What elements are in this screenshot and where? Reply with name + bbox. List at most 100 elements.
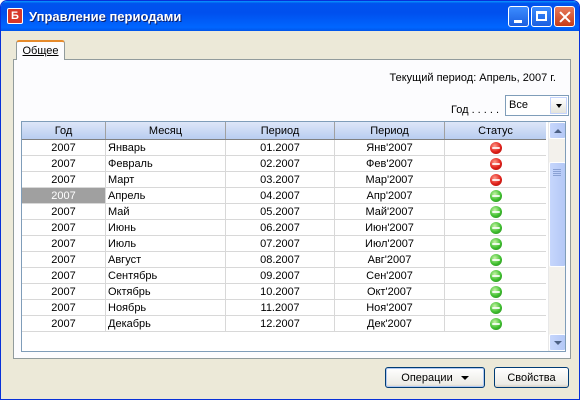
- cell-status[interactable]: [445, 220, 546, 235]
- cell-period-short[interactable]: Янв'2007: [335, 140, 445, 155]
- cell-period[interactable]: 01.2007: [226, 140, 335, 155]
- cell-period-short[interactable]: Мар'2007: [335, 172, 445, 187]
- minimize-icon[interactable]: [508, 6, 529, 27]
- cell-period[interactable]: 02.2007: [226, 156, 335, 171]
- year-filter-select[interactable]: Все: [505, 95, 569, 116]
- cell-year[interactable]: 2007: [22, 172, 106, 187]
- cell-month[interactable]: Апрель: [106, 188, 226, 203]
- status-open-icon: [489, 317, 502, 330]
- cell-period[interactable]: 10.2007: [226, 284, 335, 299]
- cell-period-short[interactable]: Июл'2007: [335, 236, 445, 251]
- cell-period-short[interactable]: Авг'2007: [335, 252, 445, 267]
- table-row[interactable]: 2007 Июнь 06.2007 Июн'2007: [22, 220, 546, 236]
- grid-rows: 2007 Январь 01.2007 Янв'2007 2007 Февраль 02.2…: [22, 140, 546, 332]
- column-header-year[interactable]: Год: [22, 122, 106, 139]
- table-row[interactable]: 2007 Август 08.2007 Авг'2007: [22, 252, 546, 268]
- cell-status[interactable]: [445, 252, 546, 267]
- cell-period[interactable]: 09.2007: [226, 268, 335, 283]
- cell-month[interactable]: Октябрь: [106, 284, 226, 299]
- cell-status[interactable]: [445, 300, 546, 315]
- table-row[interactable]: 2007 Сентябрь 09.2007 Сен'2007: [22, 268, 546, 284]
- cell-period-short[interactable]: Ноя'2007: [335, 300, 445, 315]
- cell-status[interactable]: [445, 172, 546, 187]
- cell-status[interactable]: [445, 236, 546, 251]
- cell-month[interactable]: Ноябрь: [106, 300, 226, 315]
- scroll-thumb[interactable]: [549, 162, 565, 267]
- properties-button[interactable]: Свойства: [494, 367, 569, 388]
- cell-status[interactable]: [445, 268, 546, 283]
- cell-month[interactable]: Март: [106, 172, 226, 187]
- close-icon[interactable]: [554, 6, 575, 27]
- cell-period-short[interactable]: Июн'2007: [335, 220, 445, 235]
- table-row[interactable]: 2007 Ноябрь 11.2007 Ноя'2007: [22, 300, 546, 316]
- cell-period[interactable]: 04.2007: [226, 188, 335, 203]
- column-header-period-short[interactable]: Период: [335, 122, 445, 139]
- table-row[interactable]: 2007 Март 03.2007 Мар'2007: [22, 172, 546, 188]
- table-row[interactable]: 2007 Апрель 04.2007 Апр'2007: [22, 188, 546, 204]
- properties-button-label: Свойства: [507, 371, 556, 384]
- cell-period-short[interactable]: Май'2007: [335, 204, 445, 219]
- arrow-down-icon: [553, 340, 562, 345]
- cell-period-short[interactable]: Дек'2007: [335, 316, 445, 331]
- cell-year[interactable]: 2007: [22, 300, 106, 315]
- column-header-month[interactable]: Месяц: [106, 122, 226, 139]
- cell-year[interactable]: 2007: [22, 204, 106, 219]
- cell-period[interactable]: 08.2007: [226, 252, 335, 267]
- cell-period[interactable]: 11.2007: [226, 300, 335, 315]
- status-open-icon: [489, 221, 502, 234]
- current-period-label: Текущий период: Апрель, 2007 г.: [389, 72, 556, 84]
- table-row[interactable]: 2007 Январь 01.2007 Янв'2007: [22, 140, 546, 156]
- cell-month[interactable]: Январь: [106, 140, 226, 155]
- cell-month[interactable]: Февраль: [106, 156, 226, 171]
- cell-month[interactable]: Декабрь: [106, 316, 226, 331]
- cell-month[interactable]: Июль: [106, 236, 226, 251]
- cell-period-short[interactable]: Сен'2007: [335, 268, 445, 283]
- chevron-down-icon[interactable]: [550, 97, 567, 114]
- cell-status[interactable]: [445, 156, 546, 171]
- cell-period[interactable]: 07.2007: [226, 236, 335, 251]
- cell-period[interactable]: 12.2007: [226, 316, 335, 331]
- cell-month[interactable]: Май: [106, 204, 226, 219]
- cell-year[interactable]: 2007: [22, 140, 106, 155]
- column-header-status[interactable]: Статус: [445, 122, 546, 139]
- cell-year[interactable]: 2007: [22, 156, 106, 171]
- table-row[interactable]: 2007 Декабрь 12.2007 Дек'2007: [22, 316, 546, 332]
- cell-period[interactable]: 03.2007: [226, 172, 335, 187]
- status-open-icon: [489, 237, 502, 250]
- cell-period-short[interactable]: Апр'2007: [335, 188, 445, 203]
- column-header-period[interactable]: Период: [226, 122, 335, 139]
- cell-period-short[interactable]: Окт'2007: [335, 284, 445, 299]
- cell-status[interactable]: [445, 316, 546, 331]
- cell-year[interactable]: 2007: [22, 236, 106, 251]
- operations-button[interactable]: Операции: [385, 367, 485, 388]
- cell-year[interactable]: 2007: [22, 284, 106, 299]
- cell-period[interactable]: 06.2007: [226, 220, 335, 235]
- cell-year[interactable]: 2007: [22, 268, 106, 283]
- cell-status[interactable]: [445, 204, 546, 219]
- cell-status[interactable]: [445, 140, 546, 155]
- cell-status[interactable]: [445, 284, 546, 299]
- cell-year[interactable]: 2007: [22, 316, 106, 331]
- maximize-icon[interactable]: [531, 6, 552, 27]
- cell-status[interactable]: [445, 188, 546, 203]
- vertical-scrollbar[interactable]: [548, 122, 565, 351]
- cell-period-short[interactable]: Фев'2007: [335, 156, 445, 171]
- cell-month[interactable]: Август: [106, 252, 226, 267]
- table-row[interactable]: 2007 Май 05.2007 Май'2007: [22, 204, 546, 220]
- table-row[interactable]: 2007 Февраль 02.2007 Фев'2007: [22, 156, 546, 172]
- scroll-up-button[interactable]: [549, 122, 565, 139]
- cell-year[interactable]: 2007: [22, 188, 106, 203]
- app-icon[interactable]: Б: [7, 8, 23, 24]
- table-row[interactable]: 2007 Октябрь 10.2007 Окт'2007: [22, 284, 546, 300]
- table-row[interactable]: 2007 Июль 07.2007 Июл'2007: [22, 236, 546, 252]
- grid-header: Год Месяц Период Период Статус: [22, 122, 546, 140]
- periods-grid[interactable]: Год Месяц Период Период Статус 2007 Январ…: [21, 121, 566, 352]
- cell-year[interactable]: 2007: [22, 220, 106, 235]
- title-bar[interactable]: Б Управление периодами: [1, 1, 579, 31]
- tab-general[interactable]: Общее: [16, 40, 65, 60]
- cell-month[interactable]: Июнь: [106, 220, 226, 235]
- scroll-down-button[interactable]: [549, 334, 565, 351]
- cell-year[interactable]: 2007: [22, 252, 106, 267]
- cell-period[interactable]: 05.2007: [226, 204, 335, 219]
- cell-month[interactable]: Сентябрь: [106, 268, 226, 283]
